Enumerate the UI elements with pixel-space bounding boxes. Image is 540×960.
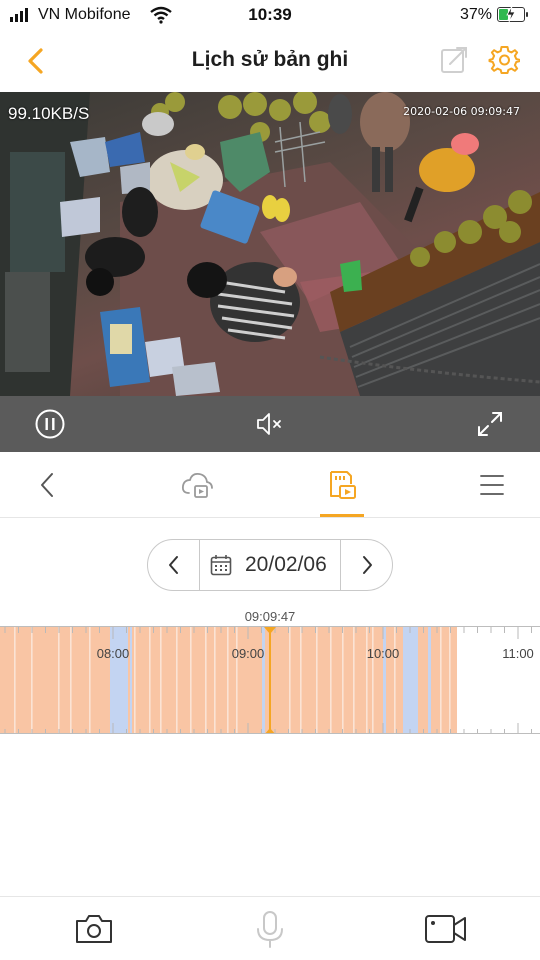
motion-segment bbox=[130, 627, 132, 733]
chevron-right-icon bbox=[363, 556, 372, 574]
sd-card-playback-icon bbox=[330, 471, 356, 499]
video-controls bbox=[0, 396, 540, 452]
tab-cloud-playback[interactable] bbox=[180, 468, 214, 502]
camera-scene-image bbox=[0, 92, 540, 396]
menu-icon bbox=[480, 475, 504, 495]
recording-gap bbox=[214, 627, 216, 733]
microphone-icon bbox=[257, 911, 283, 948]
tab-menu[interactable] bbox=[475, 468, 509, 502]
recording-gap bbox=[227, 627, 229, 733]
motion-segment bbox=[110, 627, 128, 733]
timeline-hour-label: 09:00 bbox=[231, 646, 265, 661]
microphone-button[interactable] bbox=[250, 909, 290, 949]
recording-gap bbox=[176, 627, 178, 733]
motion-segment bbox=[262, 627, 265, 733]
recording-gap bbox=[14, 627, 16, 733]
pause-button[interactable] bbox=[34, 408, 66, 440]
recording-gap bbox=[366, 627, 368, 733]
fullscreen-button[interactable] bbox=[474, 408, 506, 440]
recording-gap bbox=[89, 627, 91, 733]
recording-gap bbox=[316, 627, 318, 733]
recording-gap bbox=[372, 627, 374, 733]
recording-gap bbox=[190, 627, 192, 733]
tab-sd-card-playback[interactable] bbox=[325, 468, 359, 502]
mute-button[interactable] bbox=[254, 408, 286, 440]
recording-gap bbox=[353, 627, 355, 733]
status-time: 10:39 bbox=[248, 5, 292, 24]
active-tab-indicator bbox=[320, 514, 364, 517]
recording-gap bbox=[134, 627, 136, 733]
share-button[interactable] bbox=[438, 44, 470, 76]
timeline-hour-label: 08:00 bbox=[96, 646, 130, 661]
recording-timeline[interactable]: 08:00 09:00 10:00 11:00 bbox=[0, 626, 540, 734]
video-timestamp: 2020-02-06 09:09:47 bbox=[403, 105, 520, 118]
recording-gap bbox=[58, 627, 60, 733]
recording-gap bbox=[236, 627, 238, 733]
selected-date[interactable]: 20/02/06 bbox=[245, 553, 327, 577]
recording-gap bbox=[160, 627, 162, 733]
chevron-left-icon bbox=[169, 556, 178, 574]
battery-percentage: 37% bbox=[460, 6, 493, 23]
chevron-left-icon bbox=[41, 473, 53, 497]
page-header: Lịch sử bản ghi bbox=[0, 32, 540, 90]
pause-icon bbox=[35, 409, 65, 439]
recording-gap bbox=[289, 627, 291, 733]
recording-gap bbox=[70, 627, 72, 733]
recording-gap bbox=[330, 627, 332, 733]
recording-gap bbox=[342, 627, 344, 733]
recording-gap bbox=[149, 627, 151, 733]
fullscreen-icon bbox=[478, 412, 502, 436]
motion-segment bbox=[428, 627, 431, 733]
bottom-action-bar bbox=[0, 896, 540, 960]
video-feed[interactable]: 99.10KB/S 2020-02-06 09:09:47 bbox=[0, 92, 540, 396]
date-picker: 20/02/06 bbox=[147, 539, 393, 591]
next-day-button[interactable] bbox=[340, 540, 392, 590]
recording-gap bbox=[440, 627, 442, 733]
cloud-playback-icon bbox=[181, 472, 213, 498]
timeline-cursor-time: 09:09:47 bbox=[244, 609, 296, 624]
recording-gap bbox=[205, 627, 207, 733]
gear-icon bbox=[488, 46, 521, 74]
record-video-button[interactable] bbox=[424, 909, 466, 949]
charging-bolt-icon bbox=[506, 6, 516, 22]
battery-icon bbox=[497, 6, 528, 22]
speaker-muted-icon bbox=[257, 413, 281, 435]
recording-gap bbox=[31, 627, 33, 733]
recording-gap bbox=[394, 627, 396, 733]
timeline-track bbox=[0, 627, 532, 733]
previous-day-button[interactable] bbox=[148, 540, 200, 590]
status-bar: VN Mobifone 10:39 37% bbox=[0, 0, 540, 30]
timeline-hour-label: 11:00 bbox=[502, 646, 534, 661]
recording-gap bbox=[300, 627, 302, 733]
bitrate-readout: 99.10KB/S bbox=[8, 104, 90, 123]
playback-tabs bbox=[0, 452, 540, 518]
calendar-icon[interactable] bbox=[210, 554, 232, 576]
settings-button[interactable] bbox=[488, 44, 521, 76]
recording-gap bbox=[449, 627, 451, 733]
camera-icon bbox=[76, 915, 112, 943]
share-icon bbox=[441, 47, 467, 73]
snapshot-button[interactable] bbox=[74, 909, 114, 949]
motion-segment bbox=[403, 627, 418, 733]
timeline-hour-label: 10:00 bbox=[366, 646, 400, 661]
tab-back[interactable] bbox=[30, 468, 64, 502]
video-record-icon bbox=[425, 915, 466, 943]
motion-segment bbox=[383, 627, 386, 733]
